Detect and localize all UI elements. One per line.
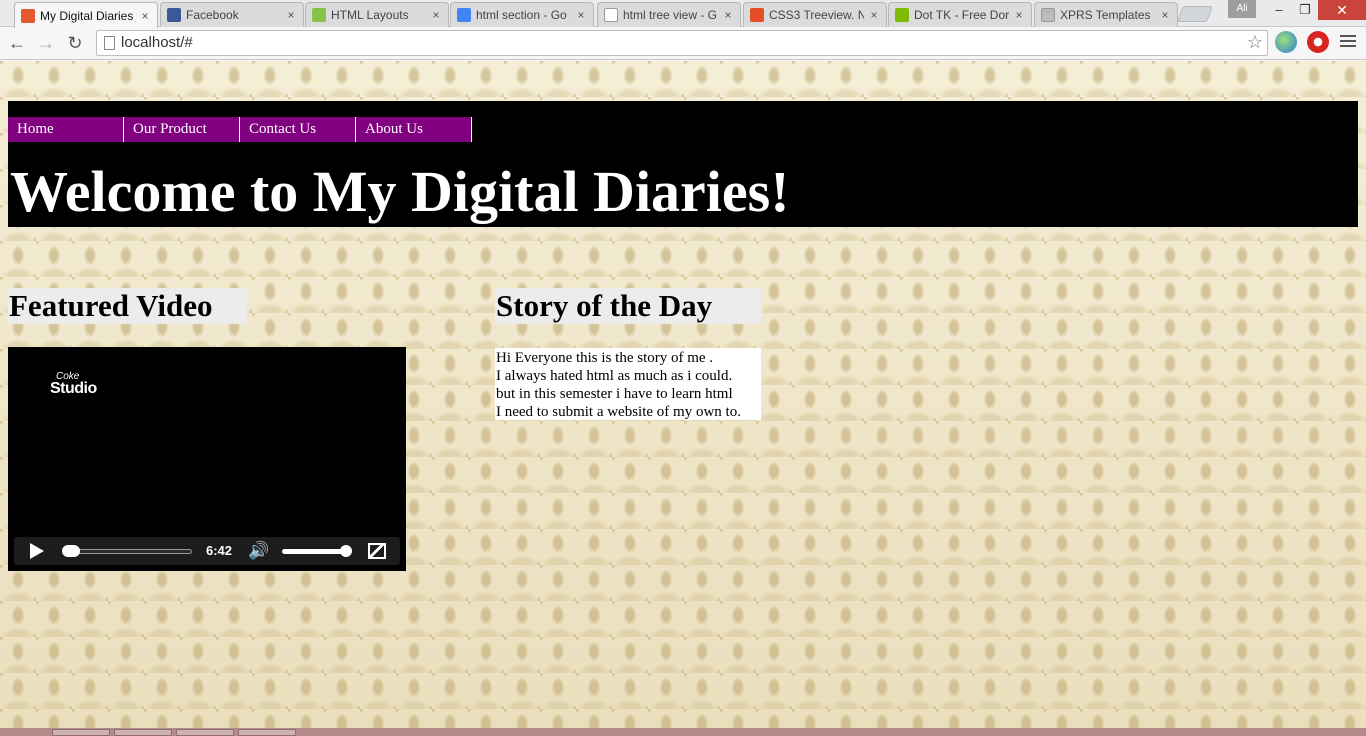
back-button[interactable]: ← xyxy=(5,31,29,55)
tab[interactable]: html tree view - G × xyxy=(597,2,741,27)
tab-close-icon[interactable]: × xyxy=(285,8,297,22)
tab-strip: My Digital Diaries × Facebook × HTML Layouts… xyxy=(0,0,1366,28)
taskbar-app-button[interactable] xyxy=(238,729,296,736)
css3-icon xyxy=(750,8,764,22)
story-line: but in this semester i have to learn htm… xyxy=(496,386,733,402)
site-title: Welcome to My Digital Diaries! xyxy=(10,159,790,224)
featured-video-heading: Featured Video xyxy=(8,288,247,324)
forward-button[interactable]: → xyxy=(34,31,58,55)
video-brand-logo: Coke Studio xyxy=(50,371,97,397)
story-text: Hi Everyone this is the story of me . I a… xyxy=(495,348,761,420)
site-header: Home Our Product Contact Us About Us Welcom… xyxy=(8,101,1358,227)
minimize-button[interactable]: – xyxy=(1266,0,1292,20)
nav-item-home[interactable]: Home xyxy=(8,117,124,142)
volume-handle[interactable] xyxy=(340,545,352,557)
tab[interactable]: My Digital Diaries × xyxy=(14,2,158,28)
nav-item-about-us[interactable]: About Us xyxy=(356,117,472,142)
adblock-extension-icon[interactable] xyxy=(1307,31,1329,53)
seek-handle[interactable] xyxy=(62,545,80,557)
facebook-icon xyxy=(167,8,181,22)
globe-extension-icon[interactable] xyxy=(1275,31,1297,53)
bookmark-star-icon[interactable]: ☆ xyxy=(1247,32,1263,53)
tab[interactable]: HTML Layouts × xyxy=(305,2,449,27)
tab-close-icon[interactable]: × xyxy=(1159,8,1171,22)
profile-badge[interactable]: Ali xyxy=(1228,0,1256,18)
tab[interactable]: html section - Go × xyxy=(450,2,594,27)
nav-item-our-product[interactable]: Our Product xyxy=(124,117,240,142)
reload-button[interactable]: ↻ xyxy=(63,31,87,55)
taskbar-app-button[interactable] xyxy=(176,729,234,736)
taskbar xyxy=(0,728,1366,736)
new-tab-button[interactable] xyxy=(1177,6,1213,22)
dottk-icon xyxy=(895,8,909,22)
tab-title: Facebook xyxy=(186,8,239,22)
w3schools-icon xyxy=(312,8,326,22)
address-bar[interactable]: localhost/# ☆ xyxy=(96,30,1268,56)
url-text[interactable]: localhost/# xyxy=(121,34,193,51)
tab-close-icon[interactable]: × xyxy=(868,8,880,22)
tab-close-icon[interactable]: × xyxy=(430,8,442,22)
video-controls: 6:42 🔊 xyxy=(14,537,400,565)
tab-title: XPRS Templates xyxy=(1060,8,1151,22)
story-line: Hi Everyone this is the story of me . xyxy=(496,350,714,366)
story-heading: Story of the Day xyxy=(495,288,761,324)
restore-button[interactable]: ❐ xyxy=(1292,0,1318,20)
tab-close-icon[interactable]: × xyxy=(1013,8,1025,22)
menu-icon[interactable] xyxy=(1340,35,1356,50)
tab-title: CSS3 Treeview. N xyxy=(769,8,864,22)
tab-close-icon[interactable]: × xyxy=(139,9,151,23)
page-icon xyxy=(104,36,115,50)
tab-title: Dot TK - Free Dor xyxy=(914,8,1009,22)
tab-title: html section - Go xyxy=(476,8,567,22)
taskbar-chrome-button[interactable] xyxy=(52,729,110,736)
story-line: I need to submit a website of my own to. xyxy=(496,404,741,420)
tab-title: My Digital Diaries xyxy=(40,8,134,23)
tab-close-icon[interactable]: × xyxy=(722,8,734,22)
fullscreen-icon[interactable] xyxy=(368,543,386,559)
nav-item-contact-us[interactable]: Contact Us xyxy=(240,117,356,142)
tab[interactable]: Facebook × xyxy=(160,2,304,27)
loading-icon xyxy=(1041,8,1055,22)
page-icon xyxy=(604,8,618,22)
video-time: 6:42 xyxy=(206,543,233,558)
taskbar-app-button[interactable] xyxy=(114,729,172,736)
site-nav: Home Our Product Contact Us About Us xyxy=(8,117,472,142)
play-icon[interactable] xyxy=(30,543,44,559)
volume-icon[interactable]: 🔊 xyxy=(248,541,269,561)
tab-title: HTML Layouts xyxy=(331,8,409,22)
xampp-icon xyxy=(21,8,35,23)
tab[interactable]: Dot TK - Free Dor × xyxy=(888,2,1032,27)
tab[interactable]: XPRS Templates × xyxy=(1034,2,1178,27)
tab-title: html tree view - G xyxy=(623,8,718,22)
video-player[interactable]: Coke Studio 6:42 🔊 xyxy=(8,347,406,571)
story-line: I always hated html as much as i could. xyxy=(496,368,733,384)
browser-toolbar: ← → ↻ localhost/# ☆ xyxy=(0,27,1366,60)
page-viewport: Home Our Product Contact Us About Us Welcom… xyxy=(0,61,1366,728)
window-close-button[interactable]: ✕ xyxy=(1318,0,1366,20)
seek-bar[interactable] xyxy=(64,549,192,554)
tab-close-icon[interactable]: × xyxy=(575,8,587,22)
tab[interactable]: CSS3 Treeview. N × xyxy=(743,2,887,27)
google-icon xyxy=(457,8,471,22)
